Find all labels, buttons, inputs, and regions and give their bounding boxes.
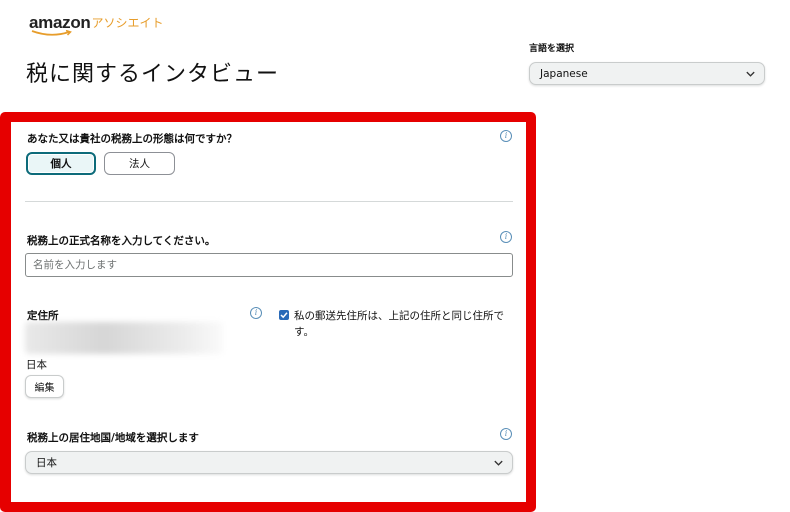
info-icon[interactable]: i <box>250 307 262 319</box>
edit-address-button[interactable]: 編集 <box>25 375 64 398</box>
language-selected-value: Japanese <box>540 67 588 80</box>
info-icon[interactable]: i <box>500 428 512 440</box>
language-label: 言語を選択 <box>529 44 575 54</box>
mailing-same-checkbox[interactable] <box>279 310 289 320</box>
amazon-associates-logo: amazon アソシエイト <box>29 13 164 36</box>
smile-arrow-icon <box>31 30 72 36</box>
entity-option-corporation[interactable]: 法人 <box>104 152 175 175</box>
legal-name-label: 税務上の正式名称を入力してください。 <box>27 235 216 247</box>
divider <box>25 201 513 202</box>
chevron-down-icon <box>746 71 755 77</box>
entity-type-question: あなた又は貴社の税務上の形態は何ですか？ <box>27 133 237 145</box>
logo-suffix: アソシエイト <box>91 16 164 30</box>
info-icon[interactable]: i <box>500 130 512 142</box>
address-country: 日本 <box>26 359 47 371</box>
residence-selected-value: 日本 <box>36 457 57 469</box>
checkmark-icon <box>280 312 288 319</box>
redacted-address <box>25 322 223 354</box>
mailing-same-label: 私の郵送先住所は、上記の住所と同じ住所です。 <box>294 310 504 338</box>
chevron-down-icon <box>494 460 503 466</box>
info-icon[interactable]: i <box>500 231 512 243</box>
legal-name-input[interactable] <box>25 253 513 277</box>
residence-label: 税務上の居住地国/地域を選択します <box>27 432 199 444</box>
entity-option-individual[interactable]: 個人 <box>26 152 96 175</box>
residence-country-select[interactable]: 日本 <box>25 451 513 474</box>
language-select[interactable]: Japanese <box>529 62 765 85</box>
page-title: 税に関するインタビュー <box>26 62 280 87</box>
address-label: 定住所 <box>27 310 59 322</box>
